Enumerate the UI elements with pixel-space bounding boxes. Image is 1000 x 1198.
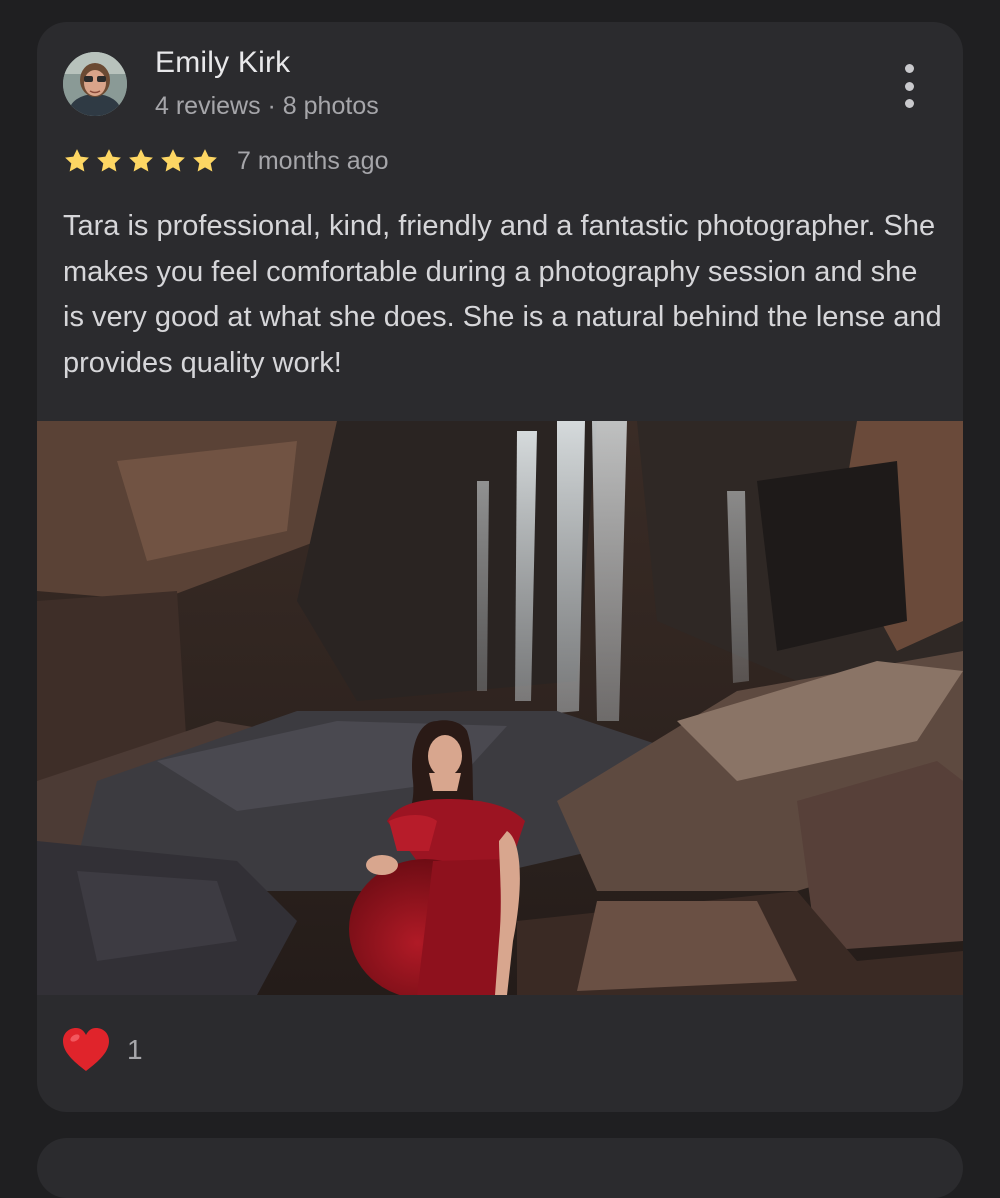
author-name[interactable]: Emily Kirk [155, 46, 290, 80]
more-options-icon[interactable] [893, 64, 925, 108]
heart-icon [63, 1028, 109, 1071]
review-card: Emily Kirk 4 reviews · 8 photos 7 months… [37, 22, 963, 1112]
star-icon [193, 149, 217, 172]
review-photo[interactable] [37, 421, 963, 995]
avatar[interactable] [63, 52, 127, 116]
reaction-count: 1 [127, 1034, 143, 1065]
next-review-card [37, 1138, 963, 1198]
like-button[interactable]: 1 [61, 1022, 143, 1078]
review-text: Tara is professional, kind, friendly and… [63, 210, 942, 379]
star-icon [161, 149, 185, 172]
rating-row: 7 months ago [63, 144, 389, 178]
star-icon [65, 149, 89, 172]
author-meta: 4 reviews · 8 photos [155, 92, 379, 120]
star-icon [97, 149, 121, 172]
review-time: 7 months ago [237, 146, 389, 175]
star-icon [129, 149, 153, 172]
star-rating [63, 147, 219, 175]
